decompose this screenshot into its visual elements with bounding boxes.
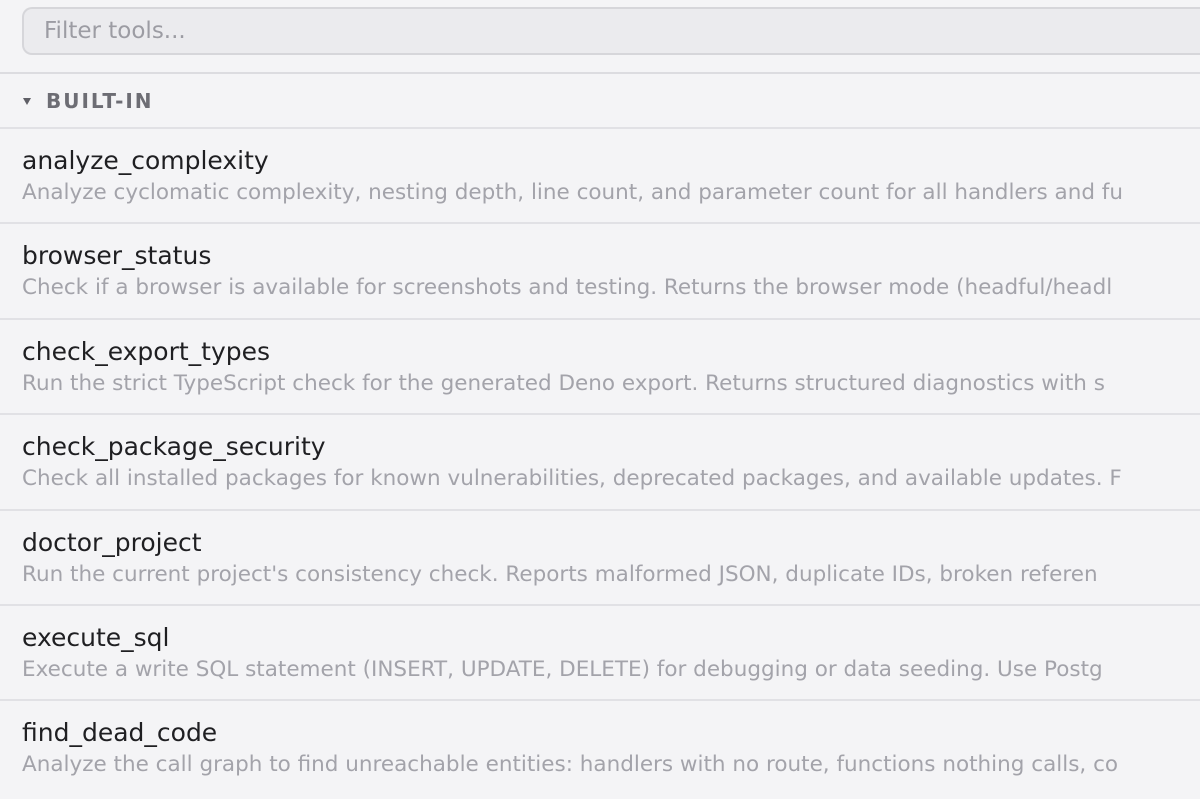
tool-name: browser_status (22, 241, 212, 271)
tool-name: find_dead_code (22, 718, 218, 748)
tool-name: check_package_security (22, 432, 326, 462)
tool-description: Execute a write SQL statement (INSERT, U… (22, 656, 1103, 682)
tool-item[interactable]: analyze_complexity Analyze cyclomatic co… (0, 127, 1200, 222)
tool-description: Check all installed packages for known v… (22, 466, 1122, 492)
section-title: BUILT-IN (46, 88, 154, 113)
filter-tools-input[interactable] (44, 18, 1200, 44)
tool-name: analyze_complexity (22, 146, 269, 175)
tool-description: Analyze cyclomatic complexity, nesting d… (22, 180, 1124, 205)
tool-description: Run the strict TypeScript check for the … (22, 370, 1105, 396)
chevron-down-icon[interactable] (23, 98, 31, 105)
tool-item[interactable]: check_package_security Check all install… (0, 413, 1200, 508)
section-header-built-in[interactable]: BUILT-IN (0, 74, 1200, 127)
tool-item[interactable]: find_dead_code Analyze the call graph to… (0, 699, 1200, 794)
tool-name: doctor_project (22, 527, 202, 557)
tool-item[interactable]: execute_sql Execute a write SQL statemen… (0, 603, 1200, 699)
tool-name: execute_sql (22, 622, 170, 652)
search-bar-area (0, 0, 1200, 72)
tool-description: Run the current project's consistency ch… (22, 561, 1098, 587)
tool-list: analyze_complexity Analyze cyclomatic co… (0, 127, 1200, 795)
tool-item[interactable]: doctor_project Run the current project's… (0, 508, 1200, 604)
tool-name: check_export_types (22, 336, 271, 366)
tool-item[interactable]: browser_status Check if a browser is ava… (0, 222, 1200, 317)
filter-box[interactable] (22, 7, 1200, 55)
tool-description: Check if a browser is available for scre… (22, 275, 1113, 301)
tool-description: Analyze the call graph to find unreachab… (22, 752, 1119, 778)
tool-item[interactable]: check_export_types Run the strict TypeSc… (0, 317, 1200, 413)
